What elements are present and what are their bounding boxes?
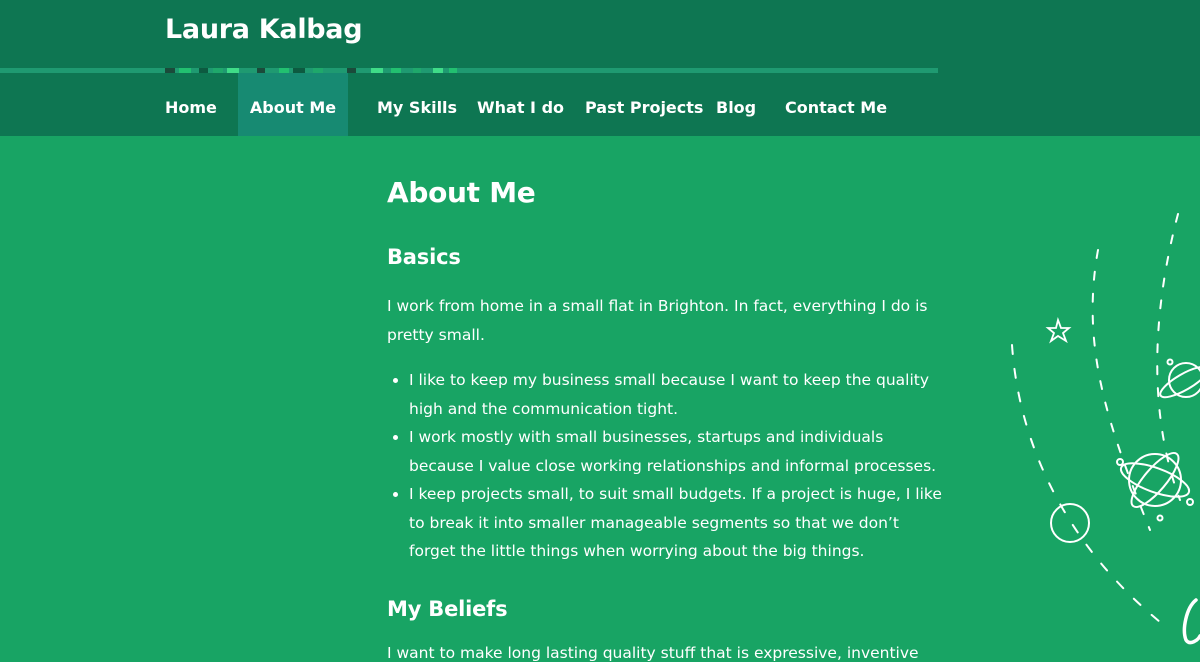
beliefs-paragraph: I want to make long lasting quality stuf…: [387, 644, 919, 662]
nav-item-blog[interactable]: Blog: [716, 73, 756, 136]
nav-item-what-i-do[interactable]: What I do: [477, 73, 564, 136]
nav-item-my-skills[interactable]: My Skills: [377, 73, 457, 136]
section-heading-my-beliefs: My Beliefs: [387, 597, 508, 621]
space-doodle-illustration: [1011, 213, 1200, 645]
list-item: I keep projects small, to suit small bud…: [393, 480, 949, 566]
section-heading-basics: Basics: [387, 245, 461, 269]
basics-list: I like to keep my business small because…: [387, 366, 949, 566]
nav-item-contact-me[interactable]: Contact Me: [785, 73, 887, 136]
list-item: I like to keep my business small because…: [393, 366, 949, 423]
site-title[interactable]: Laura Kalbag: [165, 14, 363, 45]
page-title: About Me: [387, 176, 536, 209]
nav-item-about-me[interactable]: About Me: [238, 73, 348, 136]
nav-item-home[interactable]: Home: [165, 73, 217, 136]
site-header: Laura Kalbag Home About Me My Skills Wha…: [0, 0, 1200, 136]
list-item: I work mostly with small businesses, sta…: [393, 423, 949, 480]
main-navigation: Home About Me My Skills What I do Past P…: [0, 73, 1200, 136]
basics-paragraph: I work from home in a small flat in Brig…: [387, 297, 928, 344]
nav-item-past-projects[interactable]: Past Projects: [585, 73, 703, 136]
